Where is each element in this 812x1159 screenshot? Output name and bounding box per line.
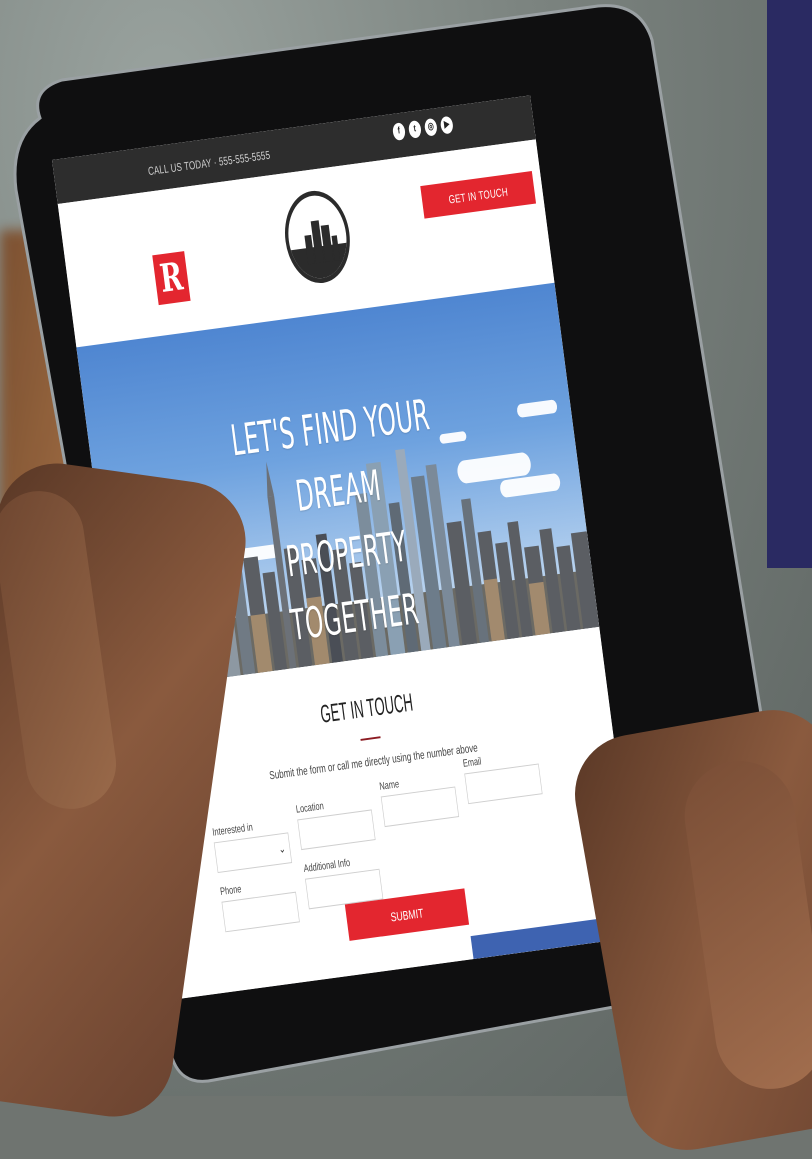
phone-number[interactable]: CALL US TODAY · 555-555-5555 [147, 148, 271, 178]
instagram-icon[interactable]: ◎ [423, 117, 438, 137]
email-input[interactable] [464, 763, 543, 805]
name-label: Name [378, 778, 400, 793]
city-skyline-logo[interactable] [279, 186, 356, 288]
social-icons: f t ◎ ▶ [391, 115, 454, 141]
interested-in-select[interactable]: ⌄ [213, 832, 293, 874]
email-label: Email [462, 755, 483, 770]
contact-title: GET IN TOUCH [318, 687, 415, 729]
title-divider [360, 736, 381, 741]
additional-info-label: Additional Info [302, 857, 351, 875]
get-in-touch-button[interactable]: GET IN TOUCH [420, 170, 537, 219]
interested-in-label: Interested in [211, 821, 254, 839]
phone-label: Phone [219, 883, 243, 898]
chevron-down-icon: ⌄ [277, 841, 287, 856]
phone-input[interactable] [221, 891, 300, 933]
name-input[interactable] [380, 786, 460, 828]
facebook-icon[interactable]: f [391, 122, 407, 141]
twitter-icon[interactable]: t [407, 119, 423, 139]
realtor-logo[interactable]: R [152, 251, 191, 306]
hero-headline: LET'S FIND YOUR DREAM PROPERTY TOGETHER [217, 383, 467, 665]
youtube-icon[interactable]: ▶ [439, 115, 454, 135]
location-input[interactable] [297, 809, 376, 851]
location-label: Location [295, 800, 325, 816]
